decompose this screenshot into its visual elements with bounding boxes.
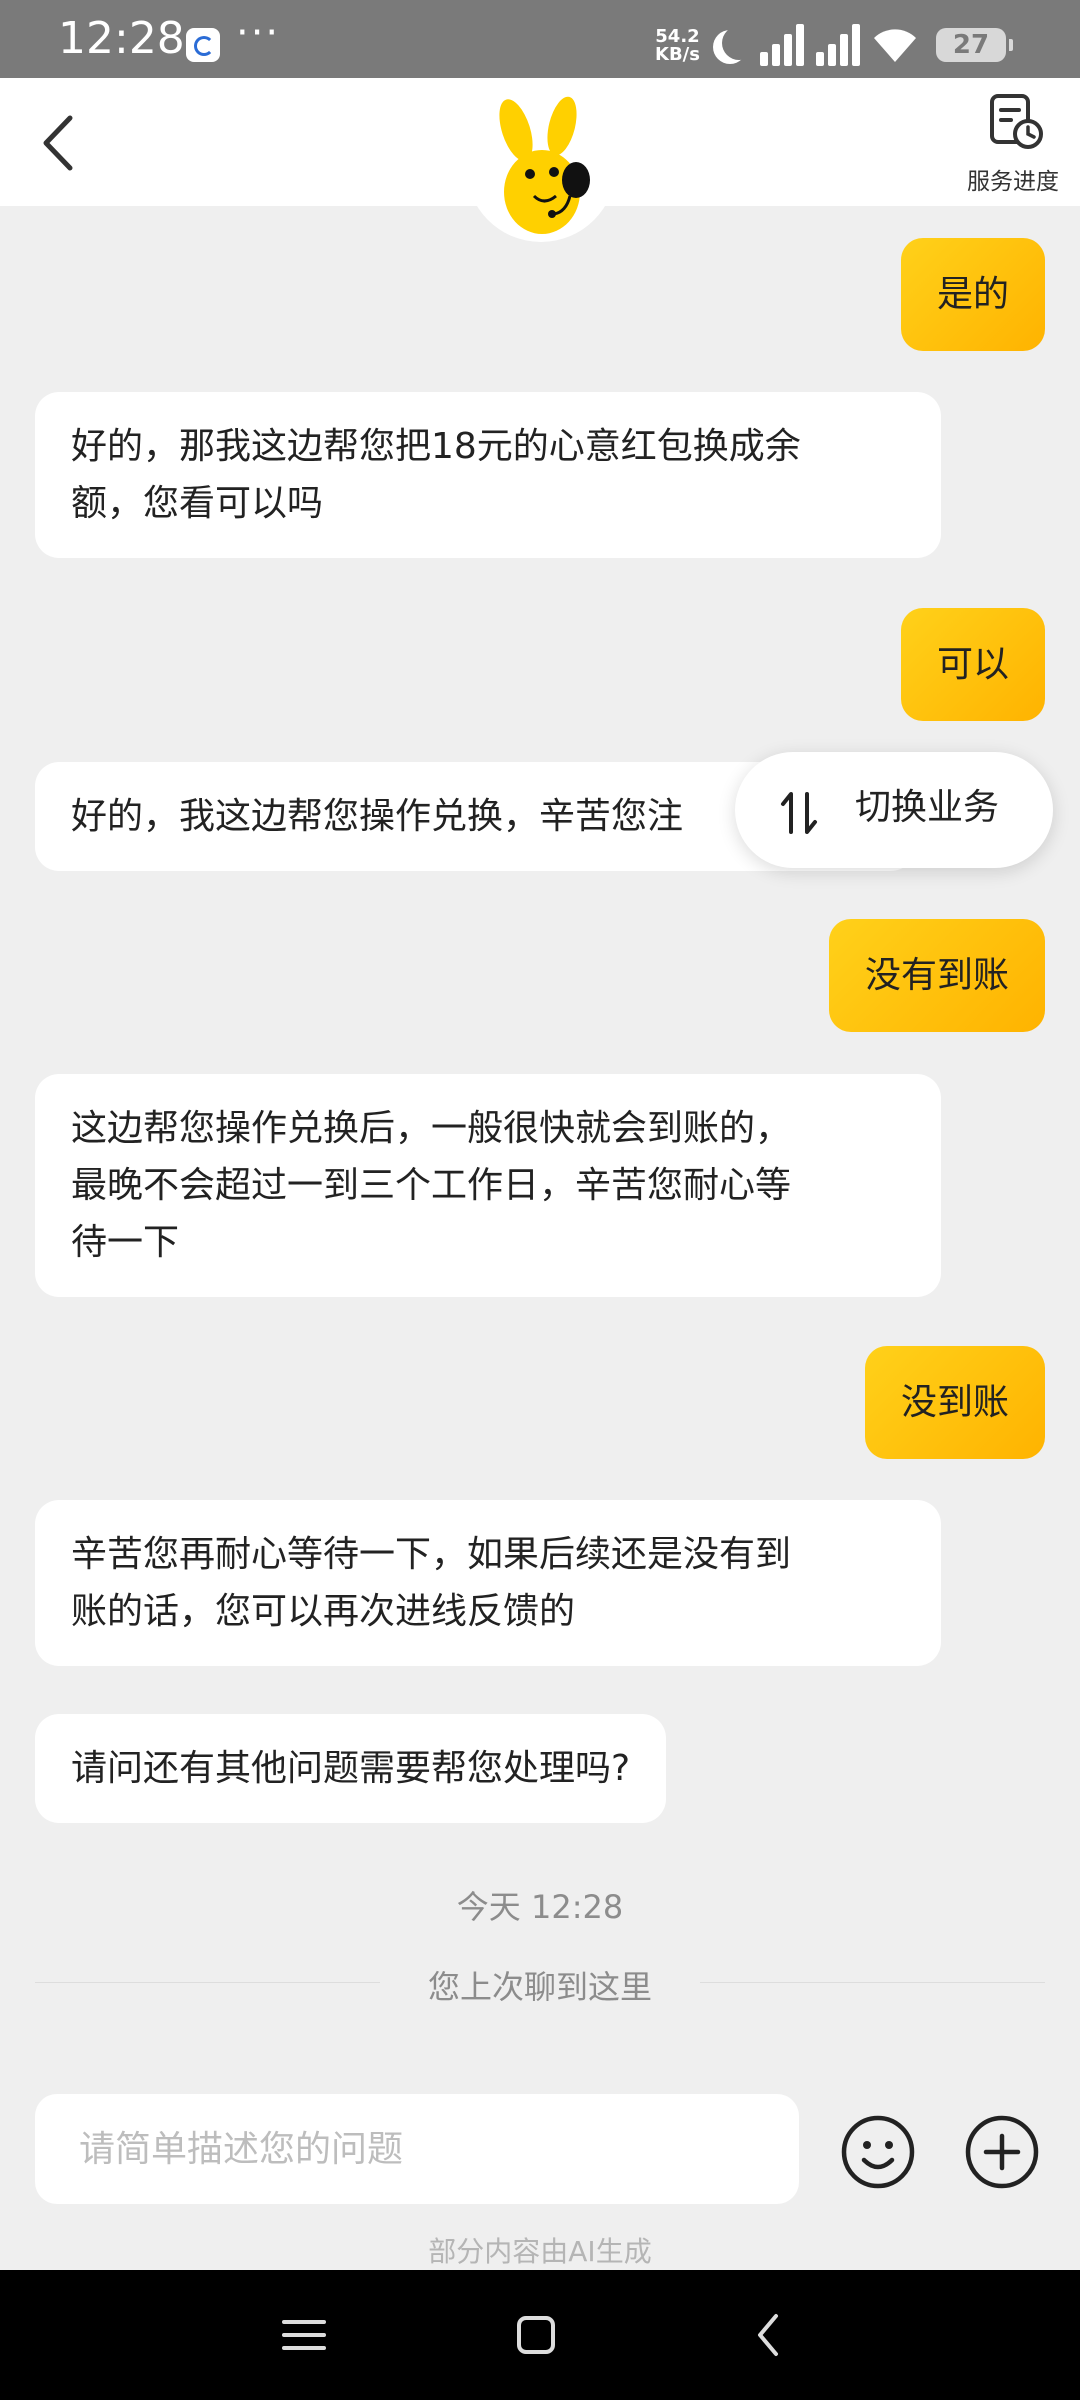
avatar bbox=[466, 92, 616, 242]
service-progress-button[interactable]: 服务进度 bbox=[958, 92, 1068, 202]
chat-area[interactable]: 是的 好的，那我这边帮您把18元的心意红包换成余 额，您看可以吗 可以 好的，我… bbox=[0, 206, 1080, 2070]
bot-message: 好的，那我这边帮您把18元的心意红包换成余 额，您看可以吗 bbox=[35, 392, 941, 558]
message-input[interactable] bbox=[35, 2094, 799, 2204]
app-notification-icon bbox=[186, 28, 220, 62]
status-time: 12:28 bbox=[58, 13, 185, 64]
status-bar: 12:28 ··· 54.2 KB/s 27 bbox=[0, 0, 1080, 78]
ai-generated-note: 部分内容由AI生成 bbox=[428, 2235, 652, 2268]
user-message: 是的 bbox=[900, 238, 1045, 351]
more-notifications-icon: ··· bbox=[236, 10, 281, 56]
smile-icon[interactable] bbox=[840, 2114, 916, 2190]
service-progress-label: 服务进度 bbox=[967, 169, 1059, 195]
battery-icon: 27 bbox=[936, 28, 1013, 62]
signal-icon bbox=[760, 22, 808, 66]
message-timestamp: 今天 12:28 bbox=[456, 1888, 624, 1926]
system-nav-bar bbox=[0, 2270, 1080, 2400]
network-speed: 54.2 KB/s bbox=[655, 28, 700, 64]
last-read-marker: 您上次聊到这里 bbox=[427, 1968, 652, 2006]
rabbit-mascot-icon bbox=[499, 96, 590, 234]
bot-message: 这边帮您操作兑换后，一般很快就会到账的， 最晚不会超过一到三个工作日，辛苦您耐心… bbox=[35, 1074, 941, 1297]
wifi-icon bbox=[874, 29, 916, 62]
bot-message: 请问还有其他问题需要帮您处理吗? bbox=[35, 1714, 667, 1823]
swap-vertical-icon bbox=[781, 792, 817, 834]
input-bar: 部分内容由AI生成 bbox=[0, 2070, 1080, 2270]
user-message: 没有到账 bbox=[828, 919, 1045, 1032]
user-message: 可以 bbox=[900, 608, 1045, 721]
moon-icon bbox=[722, 26, 756, 60]
chevron-left-icon[interactable] bbox=[32, 108, 92, 178]
document-clock-icon bbox=[990, 94, 1043, 149]
signal-icon bbox=[816, 22, 864, 66]
menu-icon[interactable] bbox=[274, 2310, 334, 2360]
switch-business-label: 切换业务 bbox=[855, 787, 1000, 828]
back-icon[interactable] bbox=[740, 2310, 800, 2360]
plus-circle-icon[interactable] bbox=[964, 2114, 1040, 2190]
switch-business-button[interactable]: 切换业务 bbox=[735, 752, 1053, 868]
home-square-icon[interactable] bbox=[506, 2310, 566, 2360]
bot-message: 辛苦您再耐心等待一下，如果后续还是没有到 账的话，您可以再次进线反馈的 bbox=[35, 1500, 941, 1666]
user-message: 没到账 bbox=[864, 1346, 1045, 1459]
network-speed-unit: KB/s bbox=[655, 44, 700, 65]
